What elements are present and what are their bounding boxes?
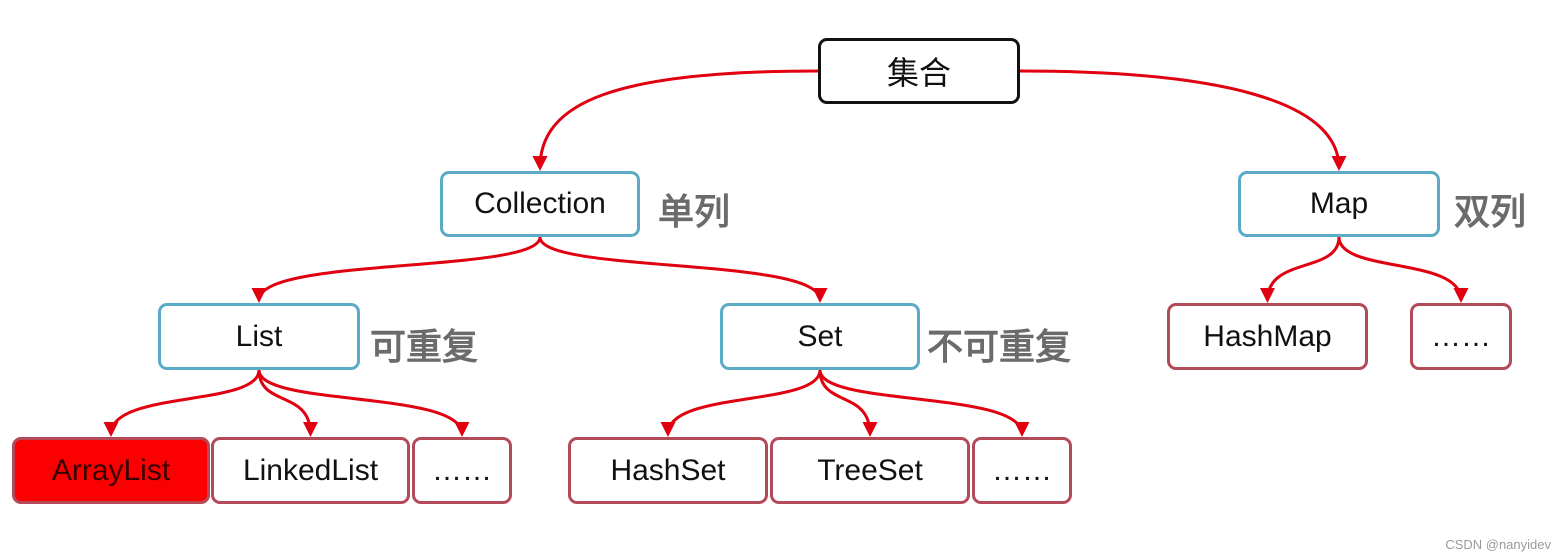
watermark: CSDN @nanyidev [1445,537,1551,552]
tag-double-column: 双列 [1454,191,1527,232]
tag-non-repeatable: 不可重复 [927,326,1072,367]
node-set-more: …… [972,437,1072,504]
arrow-set-to-hashset [660,369,822,437]
node-map-more: …… [1410,303,1512,370]
node-treeset: TreeSet [770,437,970,504]
node-collection: Collection [440,171,640,237]
tag-repeatable: 可重复 [370,326,479,367]
tag-single-column: 单列 [658,191,731,232]
node-hashmap: HashMap [1167,303,1368,370]
arrow-list-to-arraylist [103,369,261,437]
node-list: List [158,303,360,370]
node-arraylist: ArrayList [12,437,210,504]
node-map: Map [1238,171,1440,237]
node-list-more: …… [412,437,512,504]
node-hashset: HashSet [568,437,768,504]
arrow-map-to-map_more [1337,236,1469,303]
arrow-collection-to-list [251,236,542,303]
arrow-collection-to-set [538,236,828,303]
node-set: Set [720,303,920,370]
arrow-root-to-collection [532,69,819,171]
node-linkedlist: LinkedList [211,437,410,504]
node-collections-root: 集合 [818,38,1020,104]
arrow-root-to-map [1019,69,1347,171]
arrow-map-to-hashmap [1260,236,1341,303]
